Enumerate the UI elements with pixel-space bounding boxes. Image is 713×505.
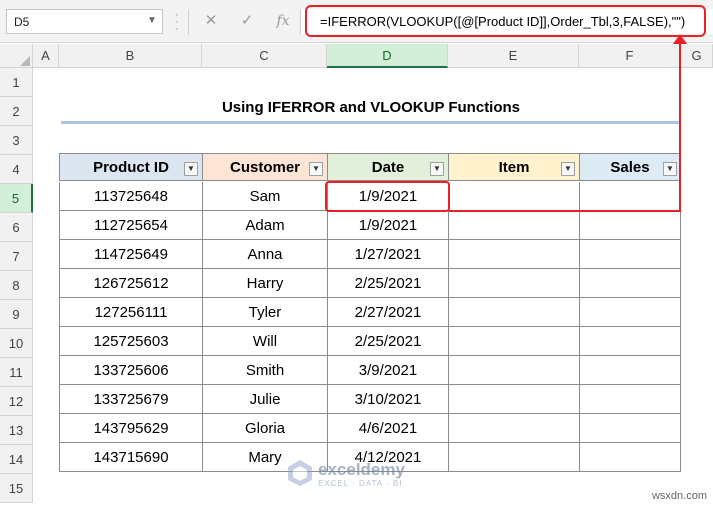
- filter-dropdown-icon[interactable]: ▼: [663, 162, 677, 176]
- column-header-a[interactable]: A: [33, 44, 59, 68]
- name-box[interactable]: D5: [6, 9, 163, 34]
- column-header-d[interactable]: D: [327, 44, 448, 68]
- column-header-b[interactable]: B: [59, 44, 202, 68]
- table-cell[interactable]: Smith: [202, 356, 327, 385]
- annotation-line: [679, 40, 681, 212]
- row-header-14[interactable]: 14: [0, 445, 33, 474]
- table-cell[interactable]: 1/27/2021: [327, 240, 448, 269]
- table-cell[interactable]: 114725649: [59, 240, 202, 269]
- row-header-5[interactable]: 5: [0, 184, 33, 213]
- table-cell[interactable]: [448, 269, 579, 298]
- column-header-f[interactable]: F: [579, 44, 681, 68]
- table-cell[interactable]: [579, 443, 681, 472]
- table-cell[interactable]: [579, 211, 681, 240]
- table-cell[interactable]: 113725648: [59, 182, 202, 211]
- table-cell[interactable]: [579, 240, 681, 269]
- table-cell[interactable]: [579, 298, 681, 327]
- cancel-icon[interactable]: ✕: [196, 10, 226, 32]
- table-cell[interactable]: 2/27/2021: [327, 298, 448, 327]
- watermark-name: exceldemy: [318, 460, 405, 479]
- table-cell[interactable]: 3/10/2021: [327, 385, 448, 414]
- table-cell[interactable]: 3/9/2021: [327, 356, 448, 385]
- exceldemy-logo-icon: [288, 460, 312, 486]
- chevron-down-icon[interactable]: ▼: [145, 14, 159, 28]
- credit-text: wsxdn.com: [651, 490, 707, 502]
- row-header-4[interactable]: 4: [0, 155, 33, 184]
- annotation-line: [449, 210, 681, 212]
- table-cell[interactable]: 1/9/2021: [327, 211, 448, 240]
- table-cell[interactable]: Adam: [202, 211, 327, 240]
- table-cell[interactable]: [579, 356, 681, 385]
- column-header-c[interactable]: C: [202, 44, 327, 68]
- filter-dropdown-icon[interactable]: ▼: [561, 162, 575, 176]
- table-cell[interactable]: [448, 182, 579, 211]
- table-cell[interactable]: 127256111: [59, 298, 202, 327]
- table-cell[interactable]: [448, 327, 579, 356]
- row-header-7[interactable]: 7: [0, 242, 33, 271]
- row-header-13[interactable]: 13: [0, 416, 33, 445]
- formula-highlight-box: [305, 5, 706, 37]
- table-cell[interactable]: Tyler: [202, 298, 327, 327]
- table-cell[interactable]: 143795629: [59, 414, 202, 443]
- filter-dropdown-icon[interactable]: ▼: [184, 162, 198, 176]
- row-header-15[interactable]: 15: [0, 474, 33, 503]
- row-header-9[interactable]: 9: [0, 300, 33, 329]
- insert-function-button[interactable]: fx: [268, 10, 298, 32]
- row-header-3[interactable]: 3: [0, 126, 33, 155]
- row-header-8[interactable]: 8: [0, 271, 33, 300]
- table-cell[interactable]: 2/25/2021: [327, 269, 448, 298]
- more-options-icon[interactable]: · · ·: [173, 8, 181, 34]
- table-cell[interactable]: [448, 298, 579, 327]
- table-cell[interactable]: [448, 443, 579, 472]
- table-cell[interactable]: [579, 414, 681, 443]
- enter-icon[interactable]: ✓: [232, 10, 262, 32]
- row-header-11[interactable]: 11: [0, 358, 33, 387]
- table-cell[interactable]: [448, 211, 579, 240]
- cell-highlight-box: [325, 181, 450, 212]
- column-header-e[interactable]: E: [448, 44, 579, 68]
- row-header-12[interactable]: 12: [0, 387, 33, 416]
- table-cell[interactable]: [448, 240, 579, 269]
- divider: [188, 9, 189, 35]
- table-cell[interactable]: 4/6/2021: [327, 414, 448, 443]
- title-underline: [61, 121, 681, 124]
- table-cell[interactable]: 133725606: [59, 356, 202, 385]
- row-header-10[interactable]: 10: [0, 329, 33, 358]
- sheet-title: Using IFERROR and VLOOKUP Functions: [221, 99, 521, 116]
- table-cell[interactable]: [579, 182, 681, 211]
- table-cell[interactable]: Will: [202, 327, 327, 356]
- table-cell[interactable]: 133725679: [59, 385, 202, 414]
- table-cell[interactable]: Gloria: [202, 414, 327, 443]
- table-cell[interactable]: [579, 269, 681, 298]
- filter-dropdown-icon[interactable]: ▼: [309, 162, 323, 176]
- table-cell[interactable]: [448, 385, 579, 414]
- table-cell[interactable]: 143715690: [59, 443, 202, 472]
- table-cell[interactable]: 126725612: [59, 269, 202, 298]
- table-header-cell[interactable]: Product ID: [59, 153, 203, 181]
- row-header-2[interactable]: 2: [0, 97, 33, 126]
- table-cell[interactable]: [579, 327, 681, 356]
- arrow-up-icon: [673, 34, 687, 44]
- table-cell[interactable]: Sam: [202, 182, 327, 211]
- table-cell[interactable]: 125725603: [59, 327, 202, 356]
- filter-dropdown-icon[interactable]: ▼: [430, 162, 444, 176]
- row-header-6[interactable]: 6: [0, 213, 33, 242]
- table-cell[interactable]: Julie: [202, 385, 327, 414]
- column-header-g[interactable]: G: [681, 44, 713, 68]
- watermark-tagline: EXCEL · DATA · BI: [318, 479, 403, 488]
- row-header-1[interactable]: 1: [0, 68, 33, 97]
- table-cell[interactable]: Anna: [202, 240, 327, 269]
- table-cell[interactable]: 112725654: [59, 211, 202, 240]
- table-cell[interactable]: 2/25/2021: [327, 327, 448, 356]
- table-cell[interactable]: Harry: [202, 269, 327, 298]
- table-cell[interactable]: [448, 414, 579, 443]
- select-all-icon: [20, 56, 30, 66]
- table-cell[interactable]: [579, 385, 681, 414]
- table-cell[interactable]: [448, 356, 579, 385]
